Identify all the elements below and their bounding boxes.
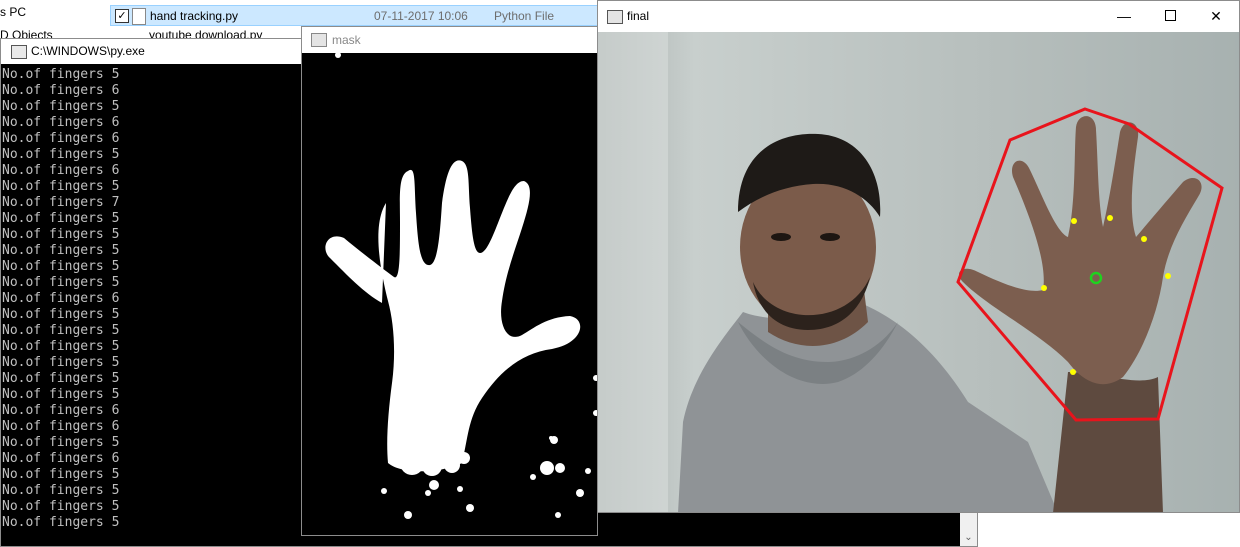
window-title: final — [627, 9, 650, 23]
file-row-selected[interactable]: ✓ hand tracking.py 07-11-2017 10:06 Pyth… — [110, 5, 610, 26]
console-line: No.of fingers 7 — [2, 195, 120, 210]
console-line: No.of fingers 5 — [2, 259, 120, 274]
console-line: No.of fingers 5 — [2, 323, 120, 338]
window-title: mask — [332, 33, 361, 47]
mask-window[interactable]: mask — [301, 26, 598, 536]
console-line: No.of fingers 5 — [2, 339, 120, 354]
arm — [1053, 372, 1163, 512]
console-line: No.of fingers 5 — [2, 355, 120, 370]
console-line: No.of fingers 5 — [2, 307, 120, 322]
console-app-icon — [11, 45, 27, 59]
file-type: Python File — [494, 9, 555, 23]
mask-titlebar[interactable]: mask — [302, 27, 597, 53]
scrollbar[interactable]: ⌄ — [960, 513, 977, 546]
console-line: No.of fingers 5 — [2, 371, 120, 386]
console-line: No.of fingers 5 — [2, 227, 120, 242]
console-line: No.of fingers 6 — [2, 403, 120, 418]
window-title: C:\WINDOWS\py.exe — [31, 44, 145, 58]
window-app-icon — [607, 10, 623, 24]
console-line: No.of fingers 5 — [2, 499, 120, 514]
window-app-icon — [311, 33, 327, 47]
console-line: No.of fingers 5 — [2, 179, 120, 194]
console-line: No.of fingers 5 — [2, 515, 120, 530]
mask-image — [302, 53, 597, 535]
checkbox[interactable]: ✓ — [115, 9, 129, 23]
console-line: No.of fingers 5 — [2, 435, 120, 450]
final-titlebar[interactable]: final — ✕ — [598, 1, 1239, 32]
console-line: No.of fingers 6 — [2, 419, 120, 434]
console-line: No.of fingers 5 — [2, 483, 120, 498]
console-line: No.of fingers 5 — [2, 387, 120, 402]
file-name: hand tracking.py — [150, 9, 239, 23]
console-line: No.of fingers 6 — [2, 115, 120, 130]
python-file-icon — [132, 8, 146, 25]
maximize-button[interactable] — [1147, 1, 1193, 32]
scroll-down-icon[interactable]: ⌄ — [960, 529, 977, 546]
console-line: No.of fingers 6 — [2, 163, 120, 178]
console-line: No.of fingers 5 — [2, 275, 120, 290]
camera-frame — [598, 32, 1239, 512]
console-output: No.of fingers 5 No.of fingers 6 No.of fing… — [2, 67, 119, 531]
final-window[interactable]: final — ✕ — [597, 0, 1240, 513]
console-line: No.of fingers 6 — [2, 291, 120, 306]
maximize-icon — [1164, 10, 1176, 21]
console-line: No.of fingers 5 — [2, 67, 120, 82]
close-button[interactable]: ✕ — [1193, 1, 1239, 32]
console-line: No.of fingers 5 — [2, 99, 120, 114]
file-date: 07-11-2017 10:06 — [374, 9, 468, 23]
console-line: No.of fingers 5 — [2, 243, 120, 258]
console-line: No.of fingers 5 — [2, 211, 120, 226]
console-line: No.of fingers 6 — [2, 451, 120, 466]
console-line: No.of fingers 6 — [2, 131, 120, 146]
nav-item-this-pc[interactable]: s PC — [0, 5, 26, 19]
console-line: No.of fingers 5 — [2, 467, 120, 482]
minimize-button[interactable]: — — [1101, 1, 1147, 32]
console-line: No.of fingers 5 — [2, 147, 120, 162]
console-line: No.of fingers 6 — [2, 83, 120, 98]
